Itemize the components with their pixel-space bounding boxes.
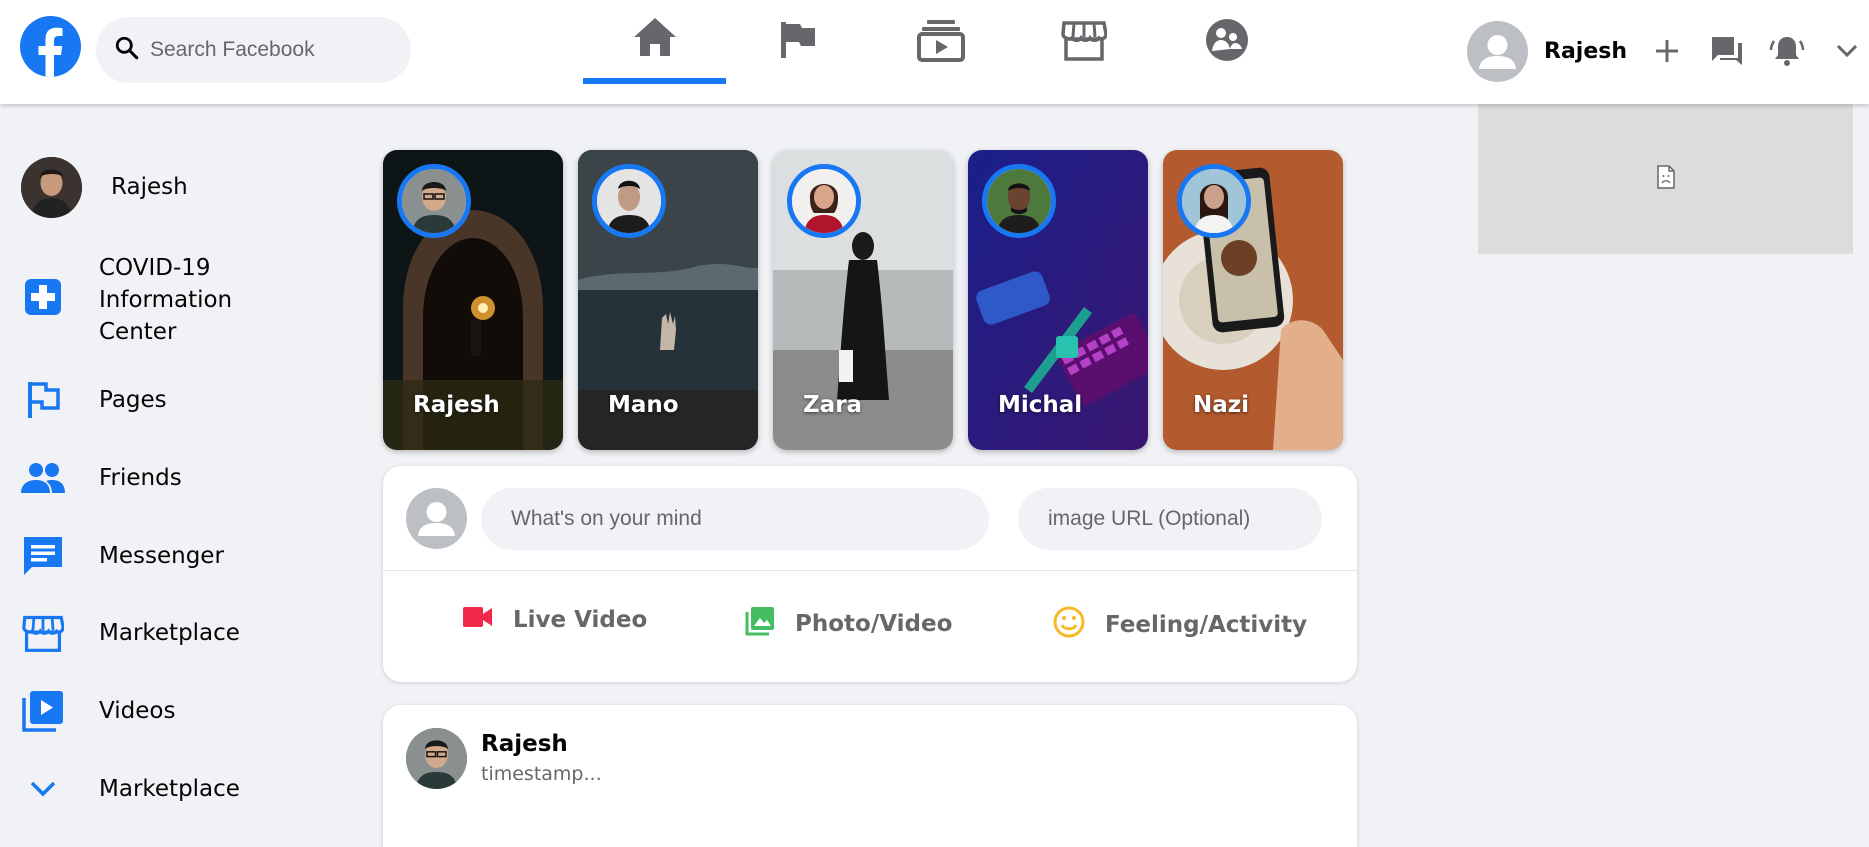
story-card[interactable]: Mano [578,150,758,450]
tab-watch[interactable] [869,0,1012,84]
tab-home[interactable] [583,0,726,84]
home-icon [632,16,678,63]
story-name: Zara [803,392,863,418]
account-controls: Rajesh [1467,20,1869,82]
flag-icon [20,377,66,423]
chat-icon [20,533,66,579]
divider [383,570,1357,571]
post-text-input[interactable] [481,488,989,550]
search-icon [114,35,140,66]
avatar [21,157,82,218]
facebook-logo-icon[interactable] [20,16,81,77]
post-composer: Live Video Photo/Video Feeling/Activity [383,466,1357,682]
tab-pages[interactable] [726,0,869,84]
groups-icon [1204,17,1250,68]
video-stack-icon [916,18,965,67]
post-timestamp: timestamp... [481,763,602,785]
sidebar-item-marketplace[interactable]: Marketplace [20,610,240,656]
sidebar-item-see-more[interactable]: Marketplace [20,766,240,812]
photo-video-button[interactable]: Photo/Video [745,606,952,641]
bell-icon[interactable] [1765,29,1809,73]
sidebar-item-messenger[interactable]: Messenger [20,533,224,579]
people-icon [20,455,66,501]
avatar [406,488,467,549]
top-navbar: Rajesh [0,0,1869,104]
smiley-icon [1053,606,1085,643]
story-name: Michal [998,392,1083,418]
sidebar-item-pages[interactable]: Pages [20,377,167,423]
sidebar-item-label: Pages [99,387,167,413]
plus-box-icon [20,274,66,320]
sidebar-item-label: Friends [99,465,182,491]
post-author[interactable]: Rajesh [481,731,568,757]
plus-icon[interactable] [1645,29,1689,73]
flag-icon [779,20,817,65]
action-label: Photo/Video [795,610,953,637]
sidebar-item-videos[interactable]: Videos [20,688,175,734]
story-avatar [787,164,861,238]
story-name: Mano [608,392,679,418]
tab-marketplace[interactable] [1012,0,1155,84]
sidebar-item-friends[interactable]: Friends [20,455,182,501]
search-bar[interactable] [96,17,411,83]
messenger-icon[interactable] [1705,29,1749,73]
sidebar-item-label: Marketplace [99,776,240,802]
chevron-down-icon[interactable] [1825,29,1869,73]
story-card[interactable]: Michal [968,150,1148,450]
broken-image-placeholder [1478,104,1853,254]
story-name: Nazi [1193,392,1250,418]
search-input[interactable] [150,38,390,62]
feeling-activity-button[interactable]: Feeling/Activity [1053,606,1307,643]
story-avatar [397,164,471,238]
videocam-icon [463,606,493,633]
story-avatar [592,164,666,238]
sidebar-item-label: Videos [99,698,176,724]
store-icon [20,610,66,656]
user-name[interactable]: Rajesh [1544,39,1627,64]
story-avatar [982,164,1056,238]
sidebar-item-profile[interactable]: Rajesh [21,157,188,218]
tab-groups[interactable] [1155,0,1298,84]
store-icon [1060,19,1108,66]
broken-image-icon [1656,164,1676,194]
story-card[interactable]: Zara [773,150,953,450]
video-library-icon [20,688,66,734]
photo-library-icon [745,606,775,641]
avatar[interactable] [406,728,467,789]
story-card[interactable]: Rajesh [383,150,563,450]
story-name: Rajesh [413,392,500,418]
sidebar-item-covid[interactable]: COVID-19 Information Center [20,252,232,345]
action-label: Feeling/Activity [1105,611,1308,638]
story-avatar [1177,164,1251,238]
sidebar-item-label: Messenger [99,543,224,569]
live-video-button[interactable]: Live Video [463,606,647,633]
image-url-input[interactable] [1018,488,1322,550]
action-label: Live Video [513,606,648,633]
sidebar-item-label: COVID-19 Information Center [99,255,233,345]
feed-post: Rajesh timestamp... [383,705,1357,847]
sidebar-profile-name: Rajesh [111,174,188,200]
sidebar-item-label: Marketplace [99,620,240,646]
avatar[interactable] [1467,20,1528,82]
chevron-down-icon [20,766,66,812]
story-card[interactable]: Nazi [1163,150,1343,450]
